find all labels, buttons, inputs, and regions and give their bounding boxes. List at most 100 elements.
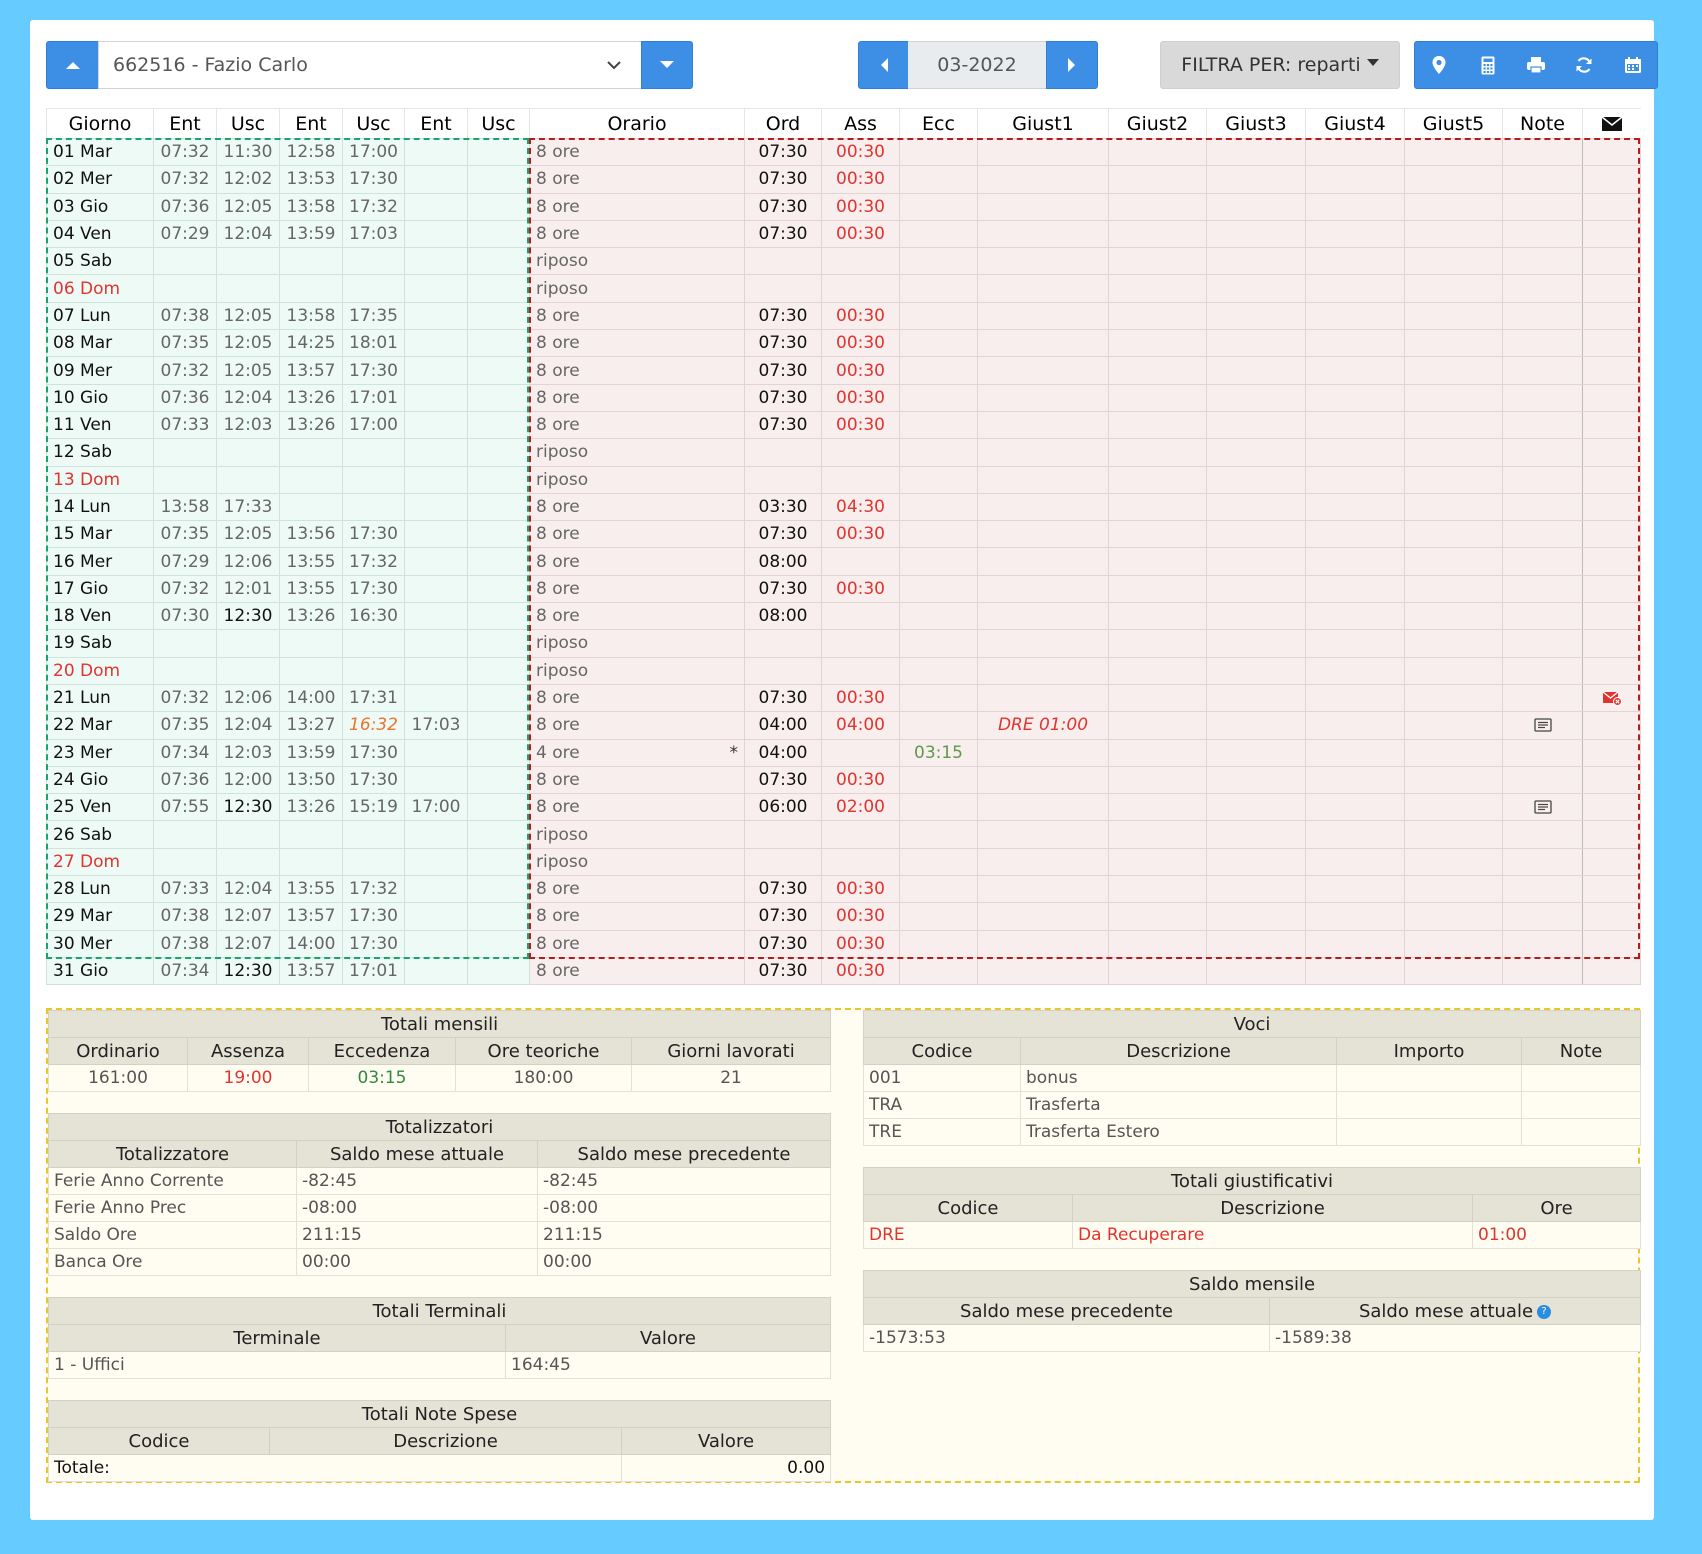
- table-row[interactable]: 05 Sab riposo: [46, 247, 1641, 276]
- clocking-cell[interactable]: [153, 656, 217, 685]
- filter-dropdown-button[interactable]: FILTRA PER: reparti: [1160, 41, 1400, 89]
- clocking-cell[interactable]: 12:30: [216, 602, 280, 631]
- refresh-button[interactable]: [1560, 42, 1608, 88]
- clocking-cell[interactable]: 13:26: [279, 410, 343, 440]
- justification-4-cell[interactable]: [1305, 192, 1405, 221]
- clocking-cell[interactable]: 13:26: [279, 793, 343, 822]
- clocking-cell[interactable]: [279, 629, 343, 658]
- clocking-cell[interactable]: 13:57: [279, 956, 343, 986]
- clocking-cell[interactable]: [342, 247, 405, 276]
- table-row[interactable]: 01 Mar 07:32 11:30 12:58 17:00 8 ore 07:30 00:3…: [46, 137, 1641, 167]
- table-row[interactable]: 22 Mar 07:35 12:04 13:27 16:32 17:03 8 ore 04:0…: [46, 711, 1641, 740]
- mail-cell[interactable]: [1582, 165, 1641, 194]
- clocking-cell[interactable]: [404, 520, 468, 549]
- table-row[interactable]: 11 Ven 07:33 12:03 13:26 17:00 8 ore 07:30 00:3…: [46, 410, 1641, 440]
- clocking-cell[interactable]: [216, 820, 280, 849]
- justification-5-cell[interactable]: [1404, 847, 1503, 877]
- clocking-cell[interactable]: [342, 820, 405, 849]
- clocking-cell[interactable]: 17:00: [342, 137, 405, 167]
- clocking-cell[interactable]: [467, 793, 530, 822]
- mail-cell[interactable]: [1582, 247, 1641, 276]
- clocking-cell[interactable]: 17:31: [342, 683, 405, 713]
- table-row[interactable]: 31 Gio 07:34 12:30 13:57 17:01 8 ore 07:30 00:3…: [46, 956, 1641, 986]
- clocking-cell[interactable]: [467, 247, 530, 276]
- clocking-cell[interactable]: 07:32: [153, 683, 217, 713]
- justification-2-cell[interactable]: [1108, 574, 1207, 604]
- mail-cell[interactable]: [1582, 465, 1641, 494]
- justification-2-cell[interactable]: [1108, 765, 1207, 795]
- justification-3-cell[interactable]: [1206, 738, 1306, 767]
- clocking-cell[interactable]: [279, 656, 343, 685]
- justification-4-cell[interactable]: [1305, 356, 1405, 385]
- clocking-cell[interactable]: 07:32: [153, 165, 217, 194]
- justification-3-cell[interactable]: [1206, 165, 1306, 194]
- clocking-cell[interactable]: 13:27: [279, 711, 343, 740]
- clocking-cell[interactable]: [404, 765, 468, 795]
- next-month-button[interactable]: [1046, 41, 1098, 89]
- note-cell[interactable]: [1502, 902, 1583, 931]
- note-cell[interactable]: [1502, 520, 1583, 549]
- justification-4-cell[interactable]: [1305, 847, 1405, 877]
- clocking-cell[interactable]: 12:05: [216, 520, 280, 549]
- clocking-cell[interactable]: [467, 329, 530, 358]
- justification-2-cell[interactable]: [1108, 820, 1207, 849]
- clocking-cell[interactable]: [404, 165, 468, 194]
- clocking-cell[interactable]: [467, 765, 530, 795]
- justification-2-cell[interactable]: [1108, 465, 1207, 494]
- mail-cell[interactable]: [1582, 547, 1641, 576]
- clocking-cell[interactable]: [153, 820, 217, 849]
- clocking-cell[interactable]: [467, 301, 530, 331]
- justification-4-cell[interactable]: [1305, 247, 1405, 276]
- clocking-cell[interactable]: [467, 602, 530, 631]
- mail-cell[interactable]: [1582, 137, 1641, 167]
- clocking-cell[interactable]: [467, 547, 530, 576]
- table-row[interactable]: 07 Lun 07:38 12:05 13:58 17:35 8 ore 07:30 00:3…: [46, 301, 1641, 331]
- clocking-cell[interactable]: 17:01: [342, 956, 405, 986]
- justification-5-cell[interactable]: [1404, 410, 1503, 440]
- mail-cell[interactable]: [1582, 520, 1641, 549]
- clocking-cell[interactable]: 13:59: [279, 219, 343, 249]
- clocking-cell[interactable]: 17:30: [342, 738, 405, 767]
- clocking-cell[interactable]: [467, 683, 530, 713]
- justification-3-cell[interactable]: [1206, 465, 1306, 494]
- clocking-cell[interactable]: 07:38: [153, 902, 217, 931]
- clocking-cell[interactable]: 12:07: [216, 929, 280, 958]
- justification-3-cell[interactable]: [1206, 219, 1306, 249]
- justification-5-cell[interactable]: [1404, 793, 1503, 822]
- clocking-cell[interactable]: 12:04: [216, 219, 280, 249]
- table-row[interactable]: 12 Sab riposo: [46, 438, 1641, 467]
- clocking-cell[interactable]: [279, 465, 343, 494]
- mail-cell[interactable]: [1582, 492, 1641, 522]
- clocking-cell[interactable]: [216, 847, 280, 877]
- justification-1-cell[interactable]: [977, 902, 1109, 931]
- justification-3-cell[interactable]: [1206, 847, 1306, 877]
- table-row[interactable]: 16 Mer 07:29 12:06 13:55 17:32 8 ore 08:00: [46, 547, 1641, 576]
- clocking-cell[interactable]: [467, 574, 530, 604]
- clocking-cell[interactable]: 12:05: [216, 356, 280, 385]
- clocking-cell[interactable]: 12:30: [216, 956, 280, 986]
- clocking-cell[interactable]: [342, 274, 405, 303]
- justification-3-cell[interactable]: [1206, 137, 1306, 167]
- justification-5-cell[interactable]: [1404, 765, 1503, 795]
- clocking-cell[interactable]: [467, 137, 530, 167]
- clocking-cell[interactable]: 13:55: [279, 875, 343, 904]
- justification-4-cell[interactable]: [1305, 465, 1405, 494]
- justification-3-cell[interactable]: [1206, 902, 1306, 931]
- table-row[interactable]: 04 Ven 07:29 12:04 13:59 17:03 8 ore 07:30 00:3…: [46, 219, 1641, 249]
- justification-1-cell[interactable]: [977, 219, 1109, 249]
- table-row[interactable]: 20 Dom riposo: [46, 656, 1641, 685]
- justification-1-cell[interactable]: [977, 656, 1109, 685]
- justification-5-cell[interactable]: [1404, 602, 1503, 631]
- justification-4-cell[interactable]: [1305, 219, 1405, 249]
- clocking-cell[interactable]: [467, 929, 530, 958]
- justification-1-cell[interactable]: [977, 329, 1109, 358]
- clocking-cell[interactable]: [404, 956, 468, 986]
- mail-cell[interactable]: [1582, 765, 1641, 795]
- clocking-cell[interactable]: [467, 192, 530, 221]
- clocking-cell[interactable]: [467, 520, 530, 549]
- clocking-cell[interactable]: [404, 629, 468, 658]
- mail-cell[interactable]: [1582, 738, 1641, 767]
- table-row[interactable]: 09 Mer 07:32 12:05 13:57 17:30 8 ore 07:30 00:3…: [46, 356, 1641, 385]
- justification-5-cell[interactable]: [1404, 219, 1503, 249]
- note-cell[interactable]: [1502, 738, 1583, 767]
